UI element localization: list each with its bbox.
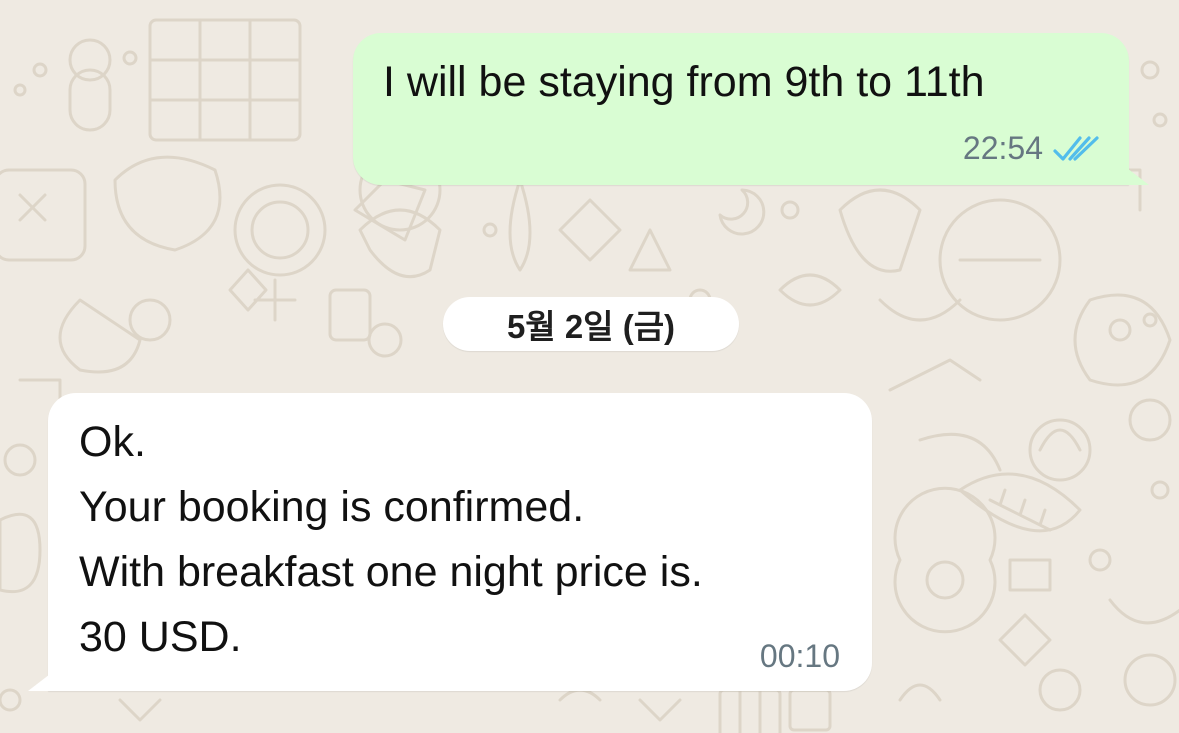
message-time: 00:10 <box>759 638 840 674</box>
date-separator: 5월 2일 (금) <box>443 297 739 351</box>
bubble-tail <box>28 671 54 691</box>
message-meta: 00:10 <box>760 638 840 675</box>
outgoing-message-bubble[interactable]: I will be staying from 9th to 11th 22:54 <box>353 33 1149 185</box>
bubble-tail <box>1123 165 1149 185</box>
message-time: 22:54 <box>962 130 1043 166</box>
double-check-read-icon <box>1053 135 1099 161</box>
message-text: I will be staying from 9th to 11th <box>383 58 985 106</box>
message-text: Ok. Your booking is confirmed. With brea… <box>79 418 703 661</box>
incoming-message-bubble[interactable]: Ok. Your booking is confirmed. With brea… <box>28 393 872 691</box>
message-meta: 22:54 <box>963 130 1101 167</box>
